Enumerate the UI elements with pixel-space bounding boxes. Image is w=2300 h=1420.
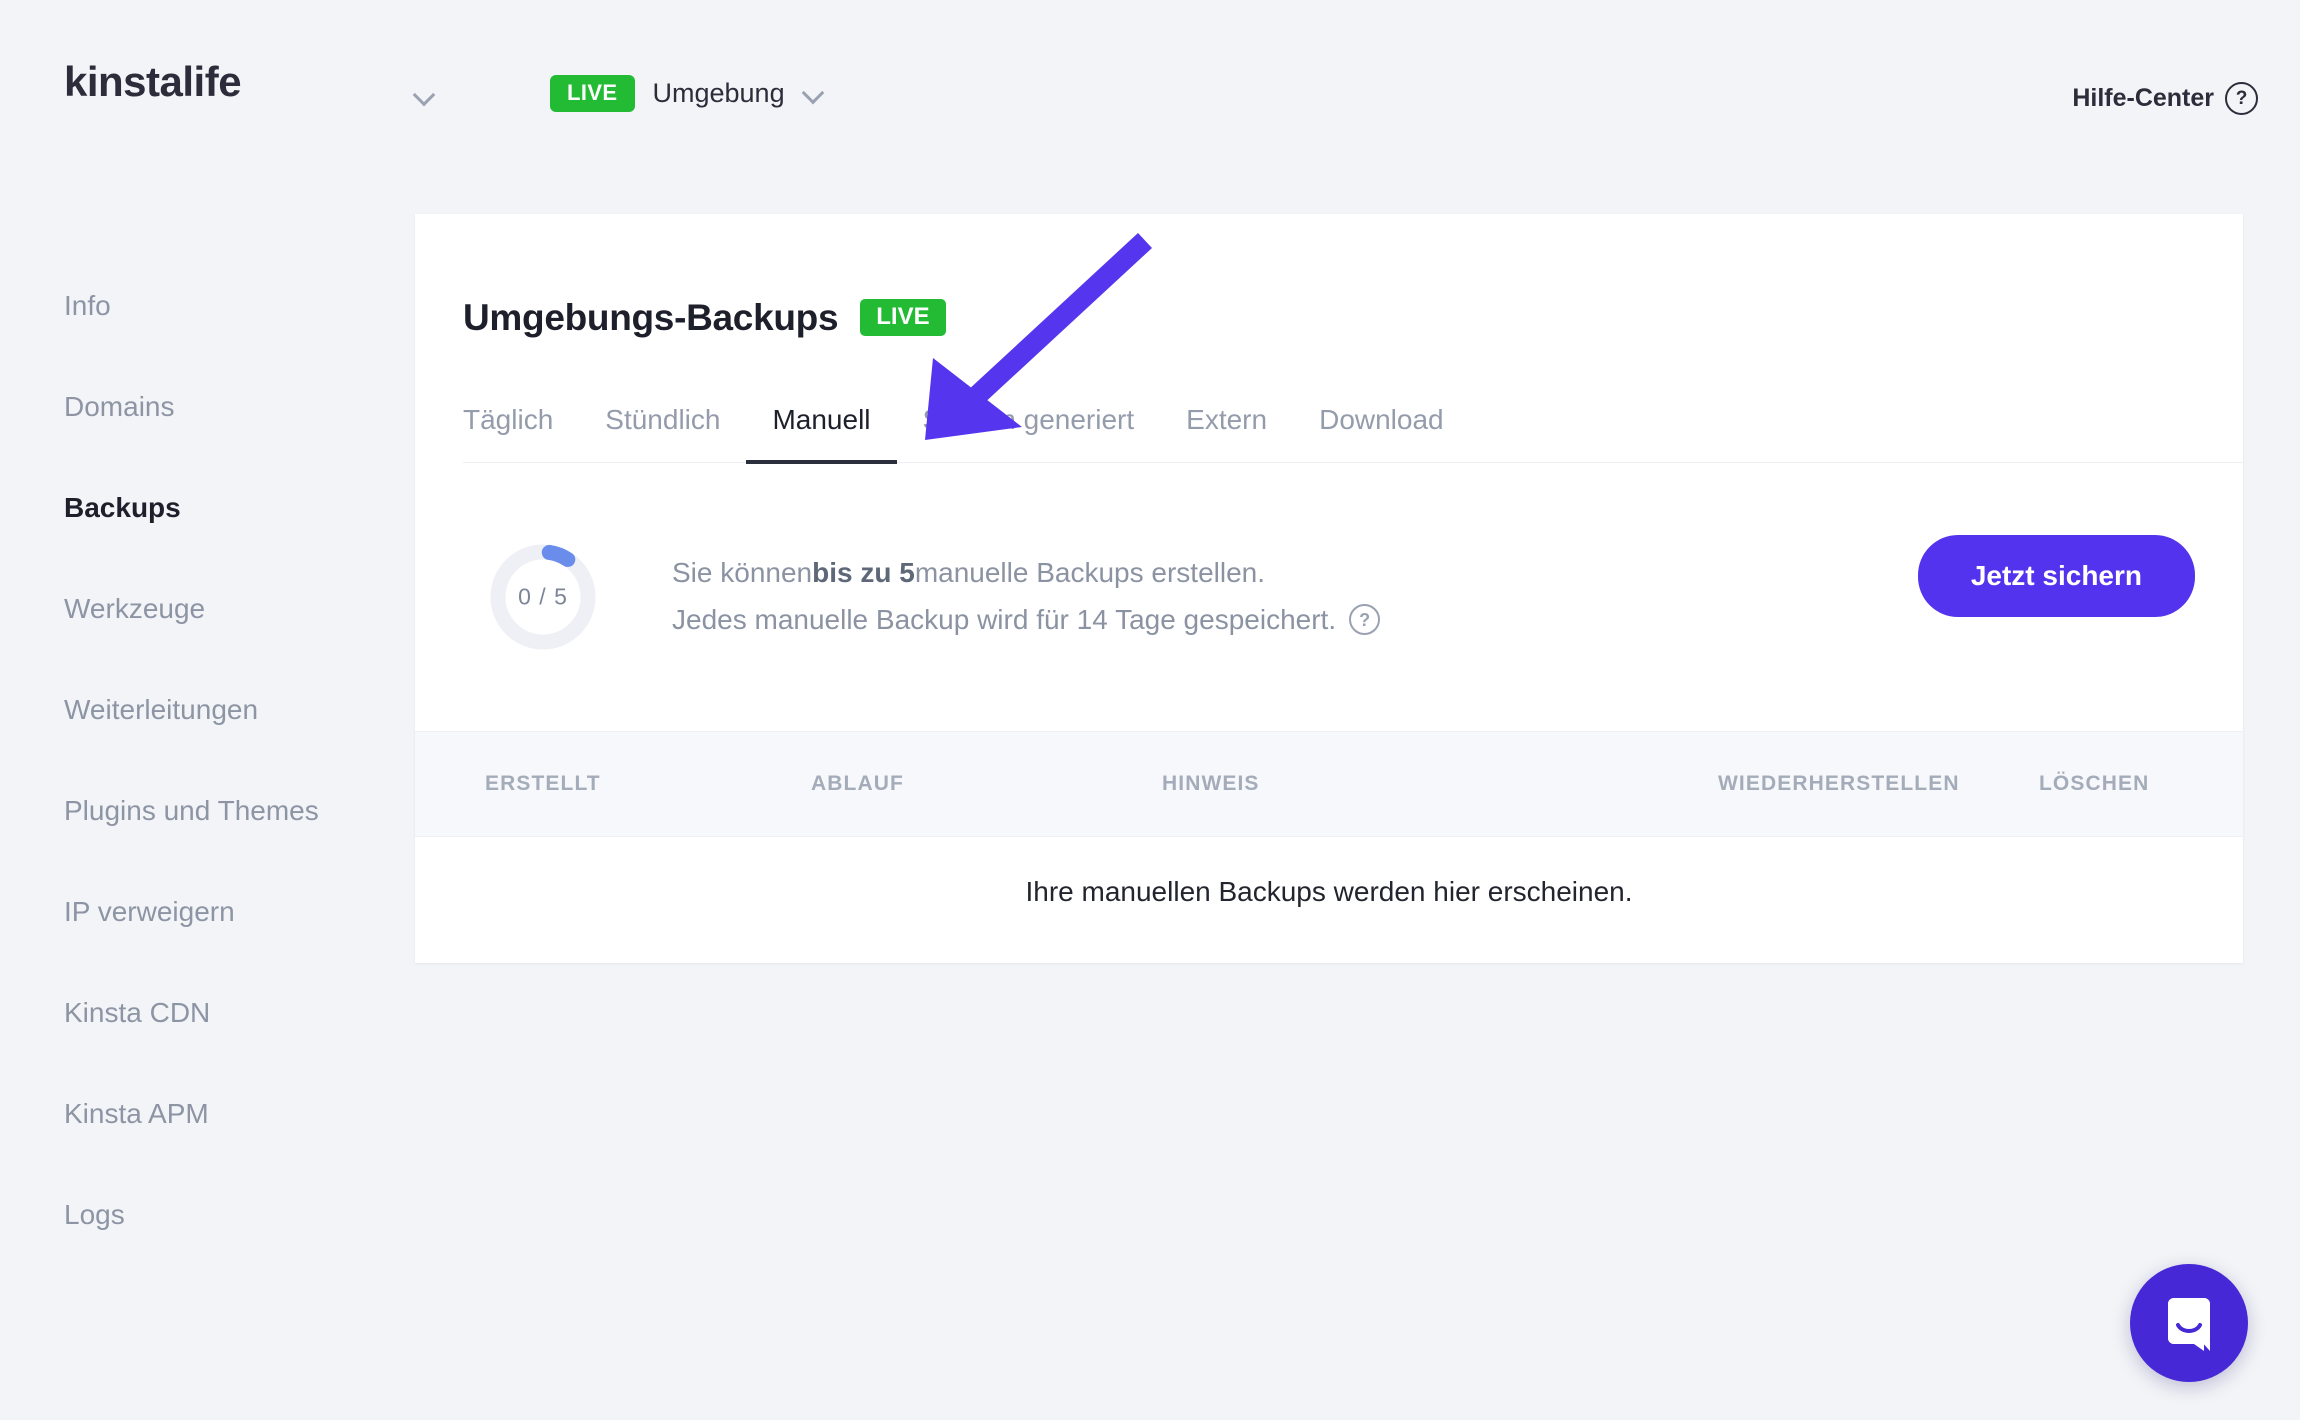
environment-label: Umgebung [652, 78, 785, 108]
question-mark-icon[interactable]: ? [1349, 604, 1381, 636]
sidebar-item-label: Weiterleitungen [64, 693, 259, 725]
sidebar-item-label: Logs [64, 1198, 125, 1230]
sidebar-item-label: Kinsta CDN [64, 996, 211, 1028]
tab-label: Download [1319, 403, 1444, 435]
quota-line-2-text: Jedes manuelle Backup wird für 14 Tage g… [672, 603, 1337, 635]
quota-progress-ring: 0 / 5 [490, 544, 596, 650]
table-empty-state: Ihre manuellen Backups werden hier ersch… [415, 837, 2243, 948]
backup-now-button[interactable]: Jetzt sichern [1917, 534, 2195, 617]
sidebar-item-label: Info [64, 289, 111, 321]
quota-ring-label: 0 / 5 [518, 583, 568, 610]
sidebar-item-info[interactable]: Info [0, 255, 415, 356]
tab-label: Stündlich [605, 403, 721, 435]
quota-description: Sie können bis zu 5 manuelle Backups ers… [672, 550, 1381, 643]
environment-live-badge: LIVE [550, 75, 635, 112]
chevron-down-icon[interactable] [414, 85, 436, 107]
sidebar-item-domains[interactable]: Domains [0, 356, 415, 457]
sidebar-item-ip-verweigern[interactable]: IP verweigern [0, 861, 415, 962]
quota-line-1-emphasis: bis zu 5 [812, 557, 915, 589]
quota-info-strip: 0 / 5 Sie können bis zu 5 manuelle Backu… [415, 463, 2243, 731]
tab-label: Extern [1186, 403, 1268, 435]
chat-bubble-icon [2168, 1298, 2210, 1351]
tab-label: Manuell [772, 403, 871, 435]
sidebar-item-logs[interactable]: Logs [0, 1164, 415, 1265]
sidebar-item-werkzeuge[interactable]: Werkzeuge [0, 558, 415, 659]
page-title: Umgebungs-Backups [463, 296, 839, 338]
sidebar-item-kinsta-cdn[interactable]: Kinsta CDN [0, 962, 415, 1063]
intercom-launcher-button[interactable] [2130, 1264, 2248, 1382]
status-badge: LIVE [860, 299, 946, 337]
sidebar-item-kinsta-apm[interactable]: Kinsta APM [0, 1063, 415, 1164]
backups-table-header: ERSTELLT ABLAUF HINWEIS WIEDERHERSTELLEN… [415, 730, 2243, 837]
sidebar-item-plugins-und-themes[interactable]: Plugins und Themes [0, 760, 415, 861]
card-header: Umgebungs-Backups LIVE Täglich Stündlich… [415, 214, 2243, 465]
sidebar-item-weiterleitungen[interactable]: Weiterleitungen [0, 659, 415, 760]
quota-line-1-prefix: Sie können [672, 557, 813, 589]
table-empty-message: Ihre manuellen Backups werden hier ersch… [1025, 876, 1633, 908]
sidebar-item-label: Domains [64, 390, 175, 422]
question-mark-icon: ? [2225, 82, 2258, 115]
brand-logo[interactable]: kinstalife [64, 58, 242, 106]
tab-stuendlich[interactable]: Stündlich [579, 404, 746, 462]
help-center-label: Hilfe-Center [2072, 84, 2214, 112]
backups-card: Umgebungs-Backups LIVE Täglich Stündlich… [415, 214, 2243, 963]
tab-label: System generiert [922, 403, 1135, 435]
sidebar-item-label: IP verweigern [64, 895, 235, 927]
column-header-wiederherstellen: WIEDERHERSTELLEN [1718, 771, 1960, 795]
tab-manuell[interactable]: Manuell [746, 403, 897, 465]
environment-selector[interactable]: LIVE Umgebung [550, 75, 825, 112]
quota-line-1-suffix: manuelle Backups erstellen. [914, 557, 1266, 589]
top-bar: kinstalife LIVE Umgebung Hilfe-Center ? [0, 0, 2300, 170]
sidebar-item-label: Werkzeuge [64, 592, 206, 624]
help-center-link[interactable]: Hilfe-Center ? [2072, 82, 2258, 115]
column-header-erstellt: ERSTELLT [485, 771, 601, 795]
column-header-ablauf: ABLAUF [811, 771, 904, 795]
sidebar-item-label: Plugins und Themes [64, 794, 319, 826]
column-header-loeschen: LÖSCHEN [2039, 771, 2150, 795]
quota-line-1: Sie können bis zu 5 manuelle Backups ers… [672, 550, 1380, 596]
chevron-down-icon[interactable] [803, 83, 825, 105]
sidebar-item-label: Kinsta APM [64, 1097, 209, 1129]
tab-download[interactable]: Download [1293, 404, 1470, 462]
sidebar-item-label: Backups [64, 491, 181, 523]
tab-taeglich[interactable]: Täglich [463, 404, 579, 462]
tab-system-generiert[interactable]: System generiert [897, 404, 1161, 462]
tab-label: Täglich [463, 403, 554, 435]
backup-tabs: Täglich Stündlich Manuell System generie… [463, 403, 2243, 465]
tab-extern[interactable]: Extern [1160, 404, 1293, 462]
quota-line-2: Jedes manuelle Backup wird für 14 Tage g… [672, 597, 1381, 643]
sidebar-nav: Info Domains Backups Werkzeuge Weiterlei… [0, 255, 415, 1265]
column-header-hinweis: HINWEIS [1162, 771, 1260, 795]
sidebar-item-backups[interactable]: Backups [0, 457, 415, 558]
